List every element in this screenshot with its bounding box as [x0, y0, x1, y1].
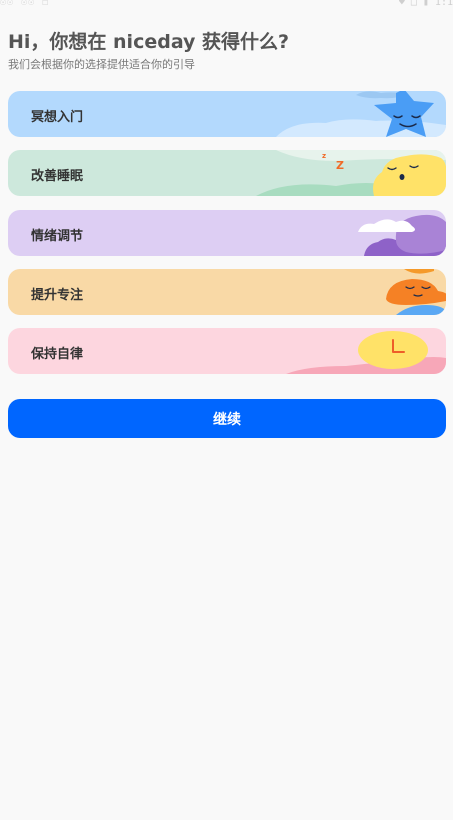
option-label-sleep: 改善睡眠: [31, 169, 84, 184]
sleeping-star-icon: [276, 91, 446, 137]
page-subtitle: 我们会根据你的选择提供适合你的引导: [8, 58, 195, 71]
status-bar-right-icons: ♥ □ ▮ 1:1: [398, 0, 453, 8]
option-label-emotion: 情绪调节: [31, 229, 84, 244]
page-title: Hi，你想在 niceday 获得什么?: [8, 31, 290, 53]
option-card-focus[interactable]: 提升专注: [8, 269, 446, 315]
option-label-meditation: 冥想入门: [31, 110, 84, 125]
purple-cloud-icon: [358, 214, 446, 256]
continue-button[interactable]: 继续: [8, 399, 446, 438]
status-bar-left-icons: ☉☉ ☉☉ ☐: [0, 0, 50, 8]
svg-text:Z: Z: [336, 159, 344, 172]
clock-face-icon: [286, 331, 446, 374]
option-label-focus: 提升专注: [31, 288, 84, 303]
orange-cloud-icon: [386, 269, 446, 315]
svg-text:z: z: [322, 152, 326, 160]
option-card-discipline[interactable]: 保持自律: [8, 328, 446, 374]
option-card-emotion[interactable]: 情绪调节: [8, 210, 446, 256]
option-label-discipline: 保持自律: [31, 347, 84, 362]
option-card-meditation[interactable]: 冥想入门: [8, 91, 446, 137]
sleeping-moon-icon: z Z: [256, 150, 446, 196]
status-bar: ☉☉ ☉☉ ☐ ♥ □ ▮ 1:1: [0, 0, 453, 10]
option-card-sleep[interactable]: 改善睡眠 z Z: [8, 150, 446, 196]
